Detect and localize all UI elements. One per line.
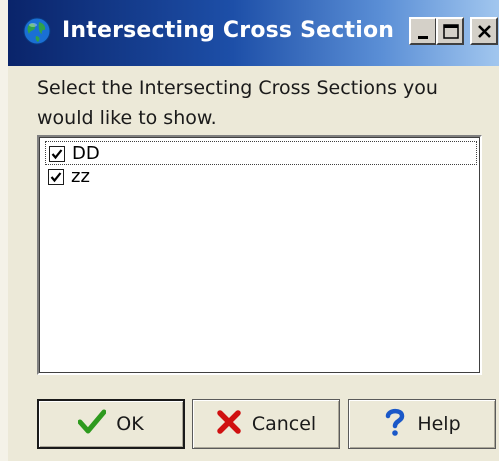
instruction-text: Select the Intersecting Cross Sections y…: [37, 77, 438, 129]
question-mark-icon: [383, 407, 407, 442]
checkbox-zz[interactable]: [48, 169, 64, 185]
help-label: Help: [417, 413, 461, 435]
list-item-dd[interactable]: DD: [45, 141, 477, 165]
list-item-zz[interactable]: zz: [45, 165, 477, 189]
help-button[interactable]: Help: [348, 399, 496, 449]
list-item-label: zz: [71, 166, 90, 187]
title-bar[interactable]: Intersecting Cross Section: [8, 0, 499, 66]
ok-label: OK: [116, 413, 144, 435]
list-item-label: DD: [72, 143, 100, 164]
checkmark-icon: [77, 409, 107, 440]
close-button[interactable]: [470, 17, 498, 45]
maximize-button[interactable]: [436, 17, 464, 45]
cross-section-list[interactable]: DD zz: [37, 135, 482, 375]
window-title: Intersecting Cross Section: [62, 18, 395, 43]
x-mark-icon: [216, 409, 242, 440]
dialog-window: Intersecting Cross Section Select the In…: [0, 0, 499, 461]
cancel-label: Cancel: [251, 413, 317, 435]
checkbox-dd[interactable]: [49, 146, 65, 162]
minimize-button[interactable]: [409, 17, 437, 45]
ok-button[interactable]: OK: [37, 399, 185, 449]
cancel-button[interactable]: Cancel: [192, 399, 340, 449]
globe-icon: [22, 16, 52, 46]
